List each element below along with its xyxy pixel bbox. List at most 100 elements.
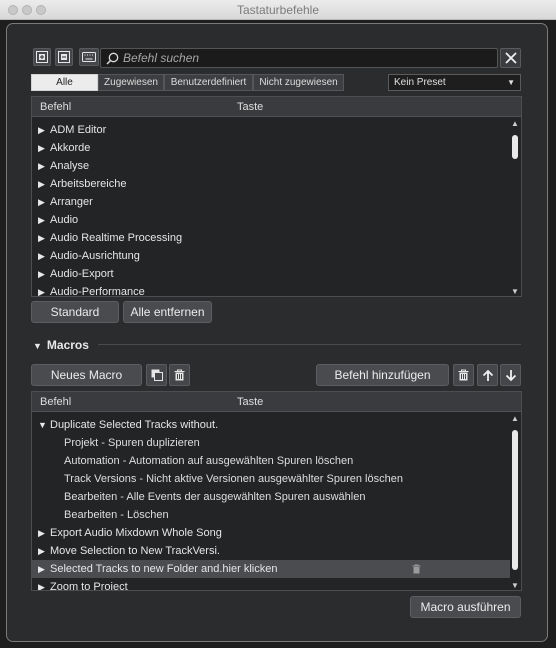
standard-button[interactable]: Standard	[31, 301, 119, 323]
chevron-down-icon: ▼	[507, 78, 515, 87]
command-table: Befehl Taste ▶ ADM Editor ▶ Akkorde ▶ Analy…	[31, 96, 522, 297]
keyboard-icon	[82, 52, 96, 62]
close-icon	[504, 52, 517, 64]
command-category-label: Analyse	[50, 160, 90, 172]
macro-table: Befehl Taste ▼ Duplicate Selected Tracks …	[31, 391, 522, 591]
column-header-key: Taste	[237, 101, 264, 113]
scroll-up-icon[interactable]: ▲	[510, 414, 520, 423]
expand-all-button[interactable]	[33, 48, 51, 66]
command-category-row[interactable]: ▶ Audio-Export	[32, 265, 510, 283]
command-table-scrollbar[interactable]: ▲ ▼	[510, 119, 520, 296]
delete-command-button[interactable]	[453, 364, 474, 386]
macro-command-label: Projekt - Spuren duplizieren	[64, 437, 200, 449]
expand-triangle-icon: ▶	[38, 124, 45, 135]
column-header-key: Taste	[237, 396, 264, 408]
macro-command-label: Automation - Automation auf ausgewählten…	[64, 455, 354, 467]
search-icon	[106, 52, 119, 65]
run-macro-button[interactable]: Macro ausführen	[410, 596, 521, 618]
expand-triangle-icon: ▶	[38, 232, 45, 243]
macro-command-label: Track Versions - Nicht aktive Versionen …	[64, 473, 403, 485]
clear-search-button[interactable]	[500, 48, 521, 68]
command-category-label: Audio	[50, 214, 79, 226]
trash-icon	[458, 369, 469, 381]
expand-all-icon	[36, 51, 48, 63]
new-macro-button[interactable]: Neues Macro	[31, 364, 142, 386]
macros-section-label: Macros	[46, 338, 89, 352]
expand-triangle-icon: ▶	[38, 214, 45, 225]
column-header-command: Befehl	[40, 396, 72, 408]
command-category-row[interactable]: ▶ ADM Editor	[32, 121, 510, 139]
macro-row[interactable]: ▼ Duplicate Selected Tracks without.	[32, 416, 510, 434]
collapse-triangle-icon: ▼	[38, 420, 47, 430]
duplicate-icon	[151, 369, 163, 381]
command-category-label: Audio Realtime Processing	[50, 232, 183, 244]
expand-triangle-icon: ▶	[38, 268, 45, 279]
arrow-up-icon	[482, 369, 493, 381]
expand-triangle-icon: ▶	[38, 563, 45, 574]
command-category-label: ADM Editor	[50, 124, 107, 136]
move-down-button[interactable]	[500, 364, 521, 386]
collapse-all-button[interactable]	[55, 48, 73, 66]
scrollbar-thumb[interactable]	[512, 135, 518, 159]
move-up-button[interactable]	[477, 364, 498, 386]
collapse-triangle-icon: ▼	[33, 341, 42, 351]
tab-nicht-zugewiesen[interactable]: Nicht zugewiesen	[253, 74, 344, 91]
command-category-label: Audio-Export	[50, 268, 114, 280]
command-category-label: Akkorde	[50, 142, 91, 154]
row-trash-icon[interactable]	[412, 564, 421, 574]
macro-table-header: Befehl Taste	[32, 392, 521, 412]
keyboard-button[interactable]	[79, 48, 99, 66]
macro-row[interactable]: ▶ Export Audio Mixdown Whole Song	[32, 524, 510, 542]
command-category-row[interactable]: ▶ Arbeitsbereiche	[32, 175, 510, 193]
macro-label: Zoom to Project	[50, 581, 128, 591]
macro-command-row[interactable]: Bearbeiten - Alle Events der ausgewählte…	[32, 488, 510, 506]
macro-command-row[interactable]: Automation - Automation auf ausgewählten…	[32, 452, 510, 470]
preset-select[interactable]: Kein Preset ▼	[388, 74, 521, 91]
macro-table-scrollbar[interactable]: ▲ ▼	[510, 414, 520, 590]
section-divider	[98, 344, 521, 345]
command-category-row[interactable]: ▶ Analyse	[32, 157, 510, 175]
tab-benutzerdefiniert[interactable]: Benutzerdefiniert	[164, 74, 253, 91]
command-category-row[interactable]: ▶ Audio-Ausrichtung	[32, 247, 510, 265]
command-category-label: Audio-Performance	[50, 286, 145, 297]
command-category-label: Audio-Ausrichtung	[50, 250, 140, 262]
macro-label: Duplicate Selected Tracks without.	[50, 419, 219, 431]
search-field[interactable]	[100, 48, 498, 68]
command-category-row[interactable]: ▶ Audio-Performance	[32, 283, 510, 297]
expand-triangle-icon: ▶	[38, 178, 45, 189]
macro-command-row[interactable]: Track Versions - Nicht aktive Versionen …	[32, 470, 510, 488]
expand-triangle-icon: ▶	[38, 545, 45, 556]
scrollbar-thumb[interactable]	[512, 430, 518, 570]
macro-row-selected[interactable]: ▶ Selected Tracks to new Folder and.hier …	[32, 560, 510, 578]
macro-row[interactable]: ▶ Zoom to Project	[32, 578, 510, 591]
search-input[interactable]	[123, 50, 483, 66]
tab-alle[interactable]: Alle	[31, 74, 98, 91]
preset-value: Kein Preset	[394, 77, 446, 88]
macros-section-toggle[interactable]: ▼ Macros	[33, 338, 89, 352]
command-category-row[interactable]: ▶ Audio Realtime Processing	[32, 229, 510, 247]
scroll-down-icon[interactable]: ▼	[510, 581, 520, 590]
macro-command-row[interactable]: Bearbeiten - Löschen	[32, 506, 510, 524]
expand-triangle-icon: ▶	[38, 196, 45, 207]
column-header-command: Befehl	[40, 101, 72, 113]
macro-label: Move Selection to New TrackVersi.	[50, 545, 220, 557]
remove-all-button[interactable]: Alle entfernen	[123, 301, 212, 323]
scroll-down-icon[interactable]: ▼	[510, 287, 520, 296]
expand-triangle-icon: ▶	[38, 250, 45, 261]
macro-command-label: Bearbeiten - Alle Events der ausgewählte…	[64, 491, 366, 503]
delete-macro-button[interactable]	[169, 364, 190, 386]
add-command-button[interactable]: Befehl hinzufügen	[316, 364, 449, 386]
expand-triangle-icon: ▶	[38, 527, 45, 538]
macro-row[interactable]: ▶ Move Selection to New TrackVersi.	[32, 542, 510, 560]
command-category-row[interactable]: ▶ Audio	[32, 211, 510, 229]
command-category-row[interactable]: ▶ Arranger	[32, 193, 510, 211]
command-category-label: Arbeitsbereiche	[50, 178, 127, 190]
tab-zugewiesen[interactable]: Zugewiesen	[98, 74, 164, 91]
title-bar: Tastaturbefehle	[0, 0, 556, 20]
expand-triangle-icon: ▶	[38, 160, 45, 171]
command-category-row[interactable]: ▶ Akkorde	[32, 139, 510, 157]
duplicate-macro-button[interactable]	[146, 364, 167, 386]
scroll-up-icon[interactable]: ▲	[510, 119, 520, 128]
macro-command-row[interactable]: Projekt - Spuren duplizieren	[32, 434, 510, 452]
window-title: Tastaturbefehle	[236, 3, 320, 17]
